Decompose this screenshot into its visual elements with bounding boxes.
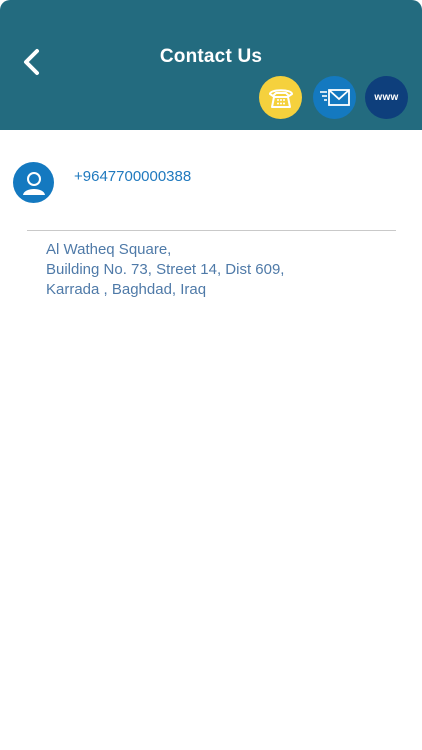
address-block: Al Watheq Square, Building No. 73, Stree… [46,240,284,300]
address-line: Karrada , Baghdad, Iraq [46,281,207,298]
avatar [13,162,54,203]
contact-screen: Contact Us www +9647700000388 Al Watheq … [0,0,422,750]
website-label: www [374,92,399,103]
telephone-icon [268,88,293,108]
call-button[interactable] [259,76,302,119]
person-icon [22,171,45,195]
header-bar: Contact Us www [0,0,422,130]
address-line: Building No. 73, Street 14, Dist 609, [46,261,285,278]
phone-number-link[interactable]: +9647700000388 [74,168,191,185]
envelope-icon [319,88,350,106]
divider [27,230,396,231]
website-button[interactable]: www [365,76,408,119]
address-line: Al Watheq Square, [46,241,172,258]
email-button[interactable] [313,76,356,119]
page-title: Contact Us [159,46,263,67]
